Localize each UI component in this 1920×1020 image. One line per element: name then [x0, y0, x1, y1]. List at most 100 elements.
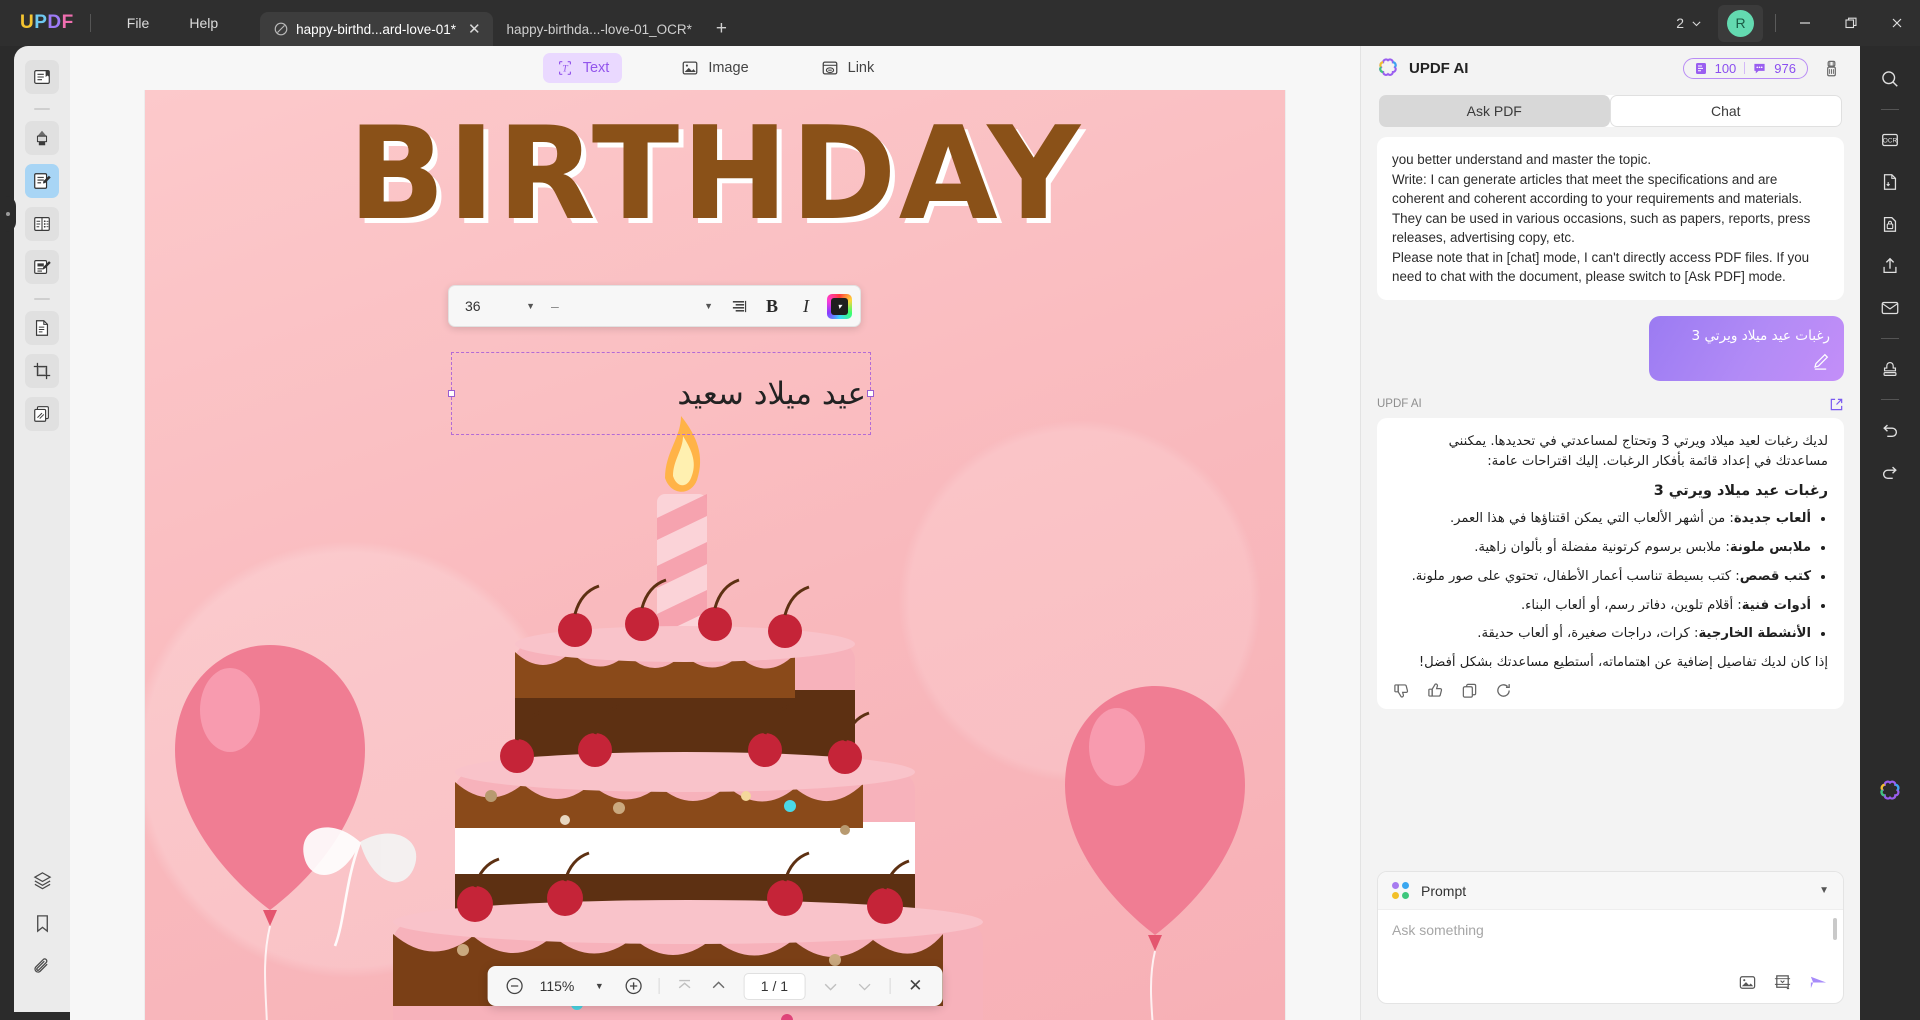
tool-link[interactable]: Link: [808, 53, 888, 83]
assistant-intro-bubble: you better understand and master the top…: [1377, 137, 1844, 300]
tool-text[interactable]: T Text: [543, 53, 623, 83]
edit-pdf-icon[interactable]: [25, 164, 59, 198]
thumbs-down-icon[interactable]: [1393, 682, 1410, 699]
list-item: كتب قصص: كتب بسيطة تناسب أعمار الأطفال، …: [1393, 567, 1811, 587]
zoom-in-button[interactable]: [618, 971, 648, 1001]
ai-assistant-icon[interactable]: [1871, 772, 1909, 810]
text-color-icon[interactable]: ▾: [827, 294, 852, 319]
balloon-right: [1065, 686, 1245, 1020]
document-tab-2[interactable]: happy-birthda...-love-01_OCR*: [493, 12, 704, 46]
rail-divider: [34, 108, 50, 110]
bold-button[interactable]: B: [755, 291, 789, 321]
last-page-icon[interactable]: [849, 971, 879, 1001]
open-in-new-window-icon[interactable]: [1829, 397, 1844, 412]
right-tool-rail: OCR: [1860, 46, 1920, 1020]
text-format-toolbar[interactable]: 36 ▼ – ▼ B I ▾: [448, 285, 861, 327]
left-tool-rail: [14, 46, 70, 1012]
protect-icon[interactable]: [1871, 205, 1909, 243]
close-window-button[interactable]: [1874, 0, 1920, 46]
new-tab-button[interactable]: +: [704, 18, 739, 40]
menu-help[interactable]: Help: [175, 9, 232, 37]
logo-letter-f: F: [62, 12, 74, 34]
rail-collapse-handle[interactable]: [0, 196, 16, 232]
form-fields-icon[interactable]: [25, 207, 59, 241]
maximize-restore-button[interactable]: [1828, 0, 1874, 46]
pdf-canvas[interactable]: BIRTHDAY: [70, 90, 1360, 1020]
font-size-dropdown[interactable]: 36 ▼: [457, 298, 543, 314]
page-heading: BIRTHDAY: [145, 100, 1285, 249]
bookmark-icon[interactable]: [25, 906, 59, 940]
undo-icon[interactable]: [1871, 411, 1909, 449]
resize-handle-right[interactable]: [867, 390, 874, 397]
annotate-icon[interactable]: [25, 250, 59, 284]
compress-icon[interactable]: [1871, 163, 1909, 201]
zoom-out-button[interactable]: [500, 971, 530, 1001]
send-icon[interactable]: [1808, 972, 1829, 993]
next-page-icon[interactable]: [815, 971, 845, 1001]
font-family-value: –: [551, 298, 559, 314]
prompt-input-area[interactable]: Ask something: [1378, 910, 1843, 972]
clear-chat-icon[interactable]: [1818, 55, 1844, 81]
zoom-dropdown-icon[interactable]: ▼: [584, 971, 614, 1001]
stamp-icon[interactable]: [1871, 350, 1909, 388]
first-page-icon[interactable]: [669, 971, 699, 1001]
left-rail-wrapper: [0, 46, 70, 1020]
prompt-scrollbar[interactable]: [1833, 918, 1837, 940]
selected-text-value: عيد ميلاد سعيد: [677, 376, 866, 412]
insert-image-icon[interactable]: [1738, 973, 1757, 992]
ocr-icon[interactable]: OCR: [1871, 121, 1909, 159]
intro-line-3: Please note that in [chat] mode, I can't…: [1392, 248, 1829, 287]
document-tab-1-close-icon[interactable]: ✕: [468, 22, 481, 37]
copy-icon[interactable]: [1461, 682, 1478, 699]
email-icon[interactable]: [1871, 289, 1909, 327]
share-icon[interactable]: [1871, 247, 1909, 285]
ai-response-label-row: UPDF AI: [1377, 397, 1844, 412]
search-icon[interactable]: [1871, 60, 1909, 98]
chat-scroll-area[interactable]: you better understand and master the top…: [1361, 137, 1860, 857]
tool-link-label: Link: [848, 60, 875, 76]
attachment-icon[interactable]: [25, 949, 59, 983]
pdf-page[interactable]: BIRTHDAY: [145, 90, 1285, 1020]
prompt-placeholder: Ask something: [1392, 922, 1484, 938]
screenshot-icon[interactable]: [1773, 973, 1792, 992]
document-tab-1[interactable]: happy-birthd...ard-love-01* ✕: [260, 12, 492, 46]
menu-file[interactable]: File: [113, 9, 164, 37]
resize-handle-left[interactable]: [448, 390, 455, 397]
title-bar: U P D F File Help happy-birthd...ard-lov…: [0, 0, 1920, 46]
tab-chat[interactable]: Chat: [1610, 95, 1843, 127]
rail-divider: [1881, 109, 1899, 110]
prompt-selector[interactable]: Prompt ▼: [1378, 872, 1843, 910]
tab-ask-pdf[interactable]: Ask PDF: [1379, 95, 1610, 127]
bullet-text: : كتب بسيطة تناسب أعمار الأطفال، تحتوي ع…: [1412, 569, 1740, 584]
edit-toolbar: T Text Image Link: [70, 46, 1360, 90]
thumbs-up-icon[interactable]: [1427, 682, 1444, 699]
prev-page-icon[interactable]: [703, 971, 733, 1001]
chevron-down-icon: ▼: [526, 301, 535, 311]
redo-icon[interactable]: [1871, 453, 1909, 491]
tab-count-dropdown[interactable]: 2: [1666, 15, 1712, 31]
svg-text:T: T: [562, 64, 569, 75]
align-right-icon[interactable]: [721, 291, 755, 321]
tool-image[interactable]: Image: [668, 53, 761, 83]
organize-pages-icon[interactable]: [25, 311, 59, 345]
ai-response-intro: لديك رغبات لعيد ميلاد ويرتي 3 وتحتاج لمس…: [1393, 432, 1828, 472]
layers-icon[interactable]: [25, 863, 59, 897]
crop-page-icon[interactable]: [25, 354, 59, 388]
minimize-button[interactable]: [1782, 0, 1828, 46]
ai-panel: UPDF AI 100 976 Ask PDF Chat yo: [1360, 46, 1860, 1020]
selected-text-box[interactable]: عيد ميلاد سعيد: [451, 352, 871, 435]
credits-badge[interactable]: 100 976: [1683, 58, 1808, 79]
font-family-dropdown[interactable]: – ▼: [543, 298, 721, 314]
reader-mode-icon[interactable]: [25, 60, 59, 94]
regenerate-icon[interactable]: [1495, 682, 1512, 699]
page-indicator[interactable]: 1 / 1: [743, 973, 805, 1000]
close-page-bar-button[interactable]: ✕: [900, 971, 930, 1001]
edit-message-icon[interactable]: [1663, 352, 1830, 371]
account-button[interactable]: R: [1718, 5, 1763, 42]
italic-button[interactable]: I: [789, 291, 823, 321]
page-navigation-bar[interactable]: 115% ▼ 1 / 1: [488, 966, 943, 1006]
bullet-text: : من أشهر الألعاب التي يمكن اقتناؤها في …: [1450, 511, 1734, 526]
highlighter-icon[interactable]: [25, 121, 59, 155]
prompt-label: Prompt: [1421, 883, 1807, 899]
batch-icon[interactable]: [25, 397, 59, 431]
